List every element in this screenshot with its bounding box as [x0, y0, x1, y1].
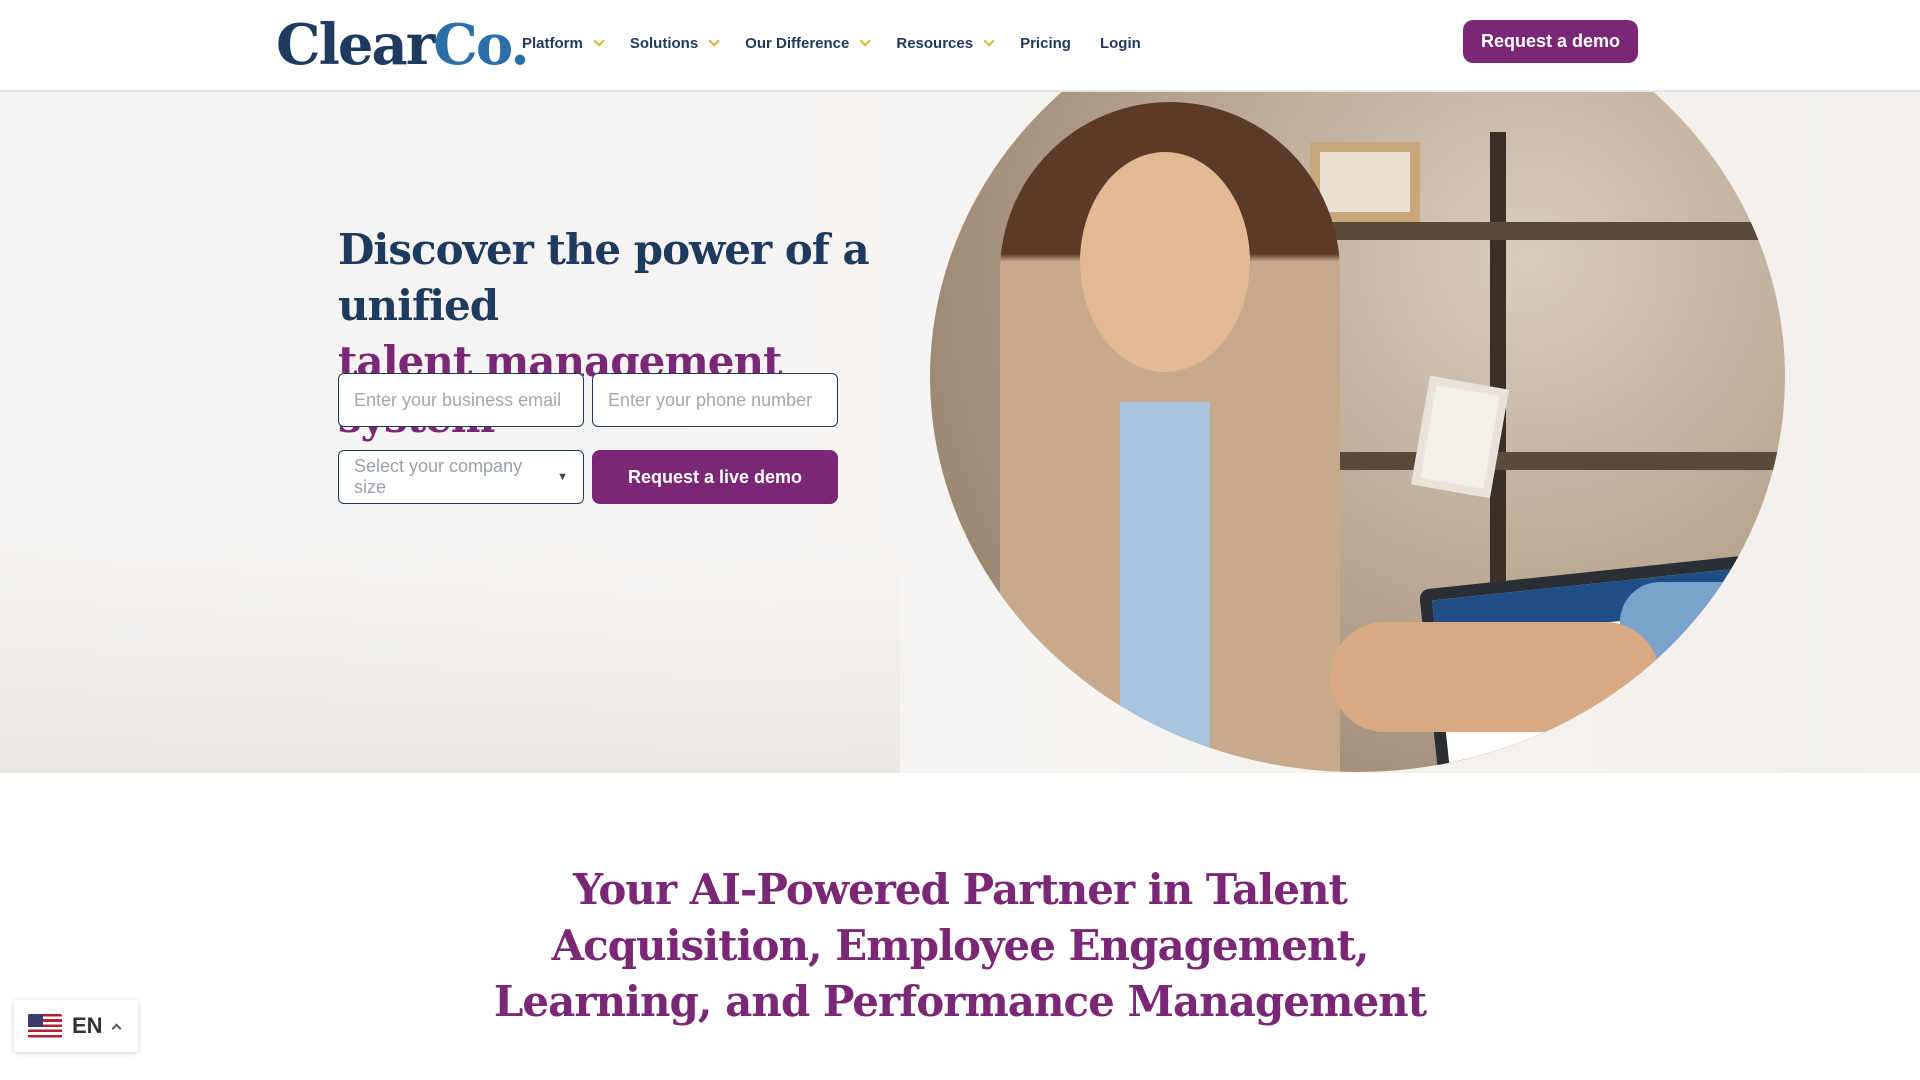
- hero-background-shape: [0, 542, 900, 773]
- language-switcher[interactable]: EN: [14, 1000, 138, 1052]
- nav-label: Platform: [522, 34, 583, 52]
- nav-item-our-difference[interactable]: Our Difference: [745, 32, 872, 54]
- company-size-placeholder: Select your company size: [354, 456, 523, 497]
- company-size-select[interactable]: Select your company size ▼: [338, 450, 584, 504]
- request-demo-button[interactable]: Request a demo: [1463, 20, 1638, 63]
- chevron-down-icon: [593, 35, 605, 47]
- chevron-up-icon: [111, 1023, 122, 1033]
- nav-label: Resources: [896, 34, 974, 52]
- nav-label: Pricing: [1020, 34, 1071, 52]
- caret-down-icon: ▼: [557, 471, 568, 483]
- phone-number-input[interactable]: [592, 373, 838, 427]
- photo-face: [1080, 152, 1250, 372]
- main-nav: Platform Solutions Our Difference Resour…: [522, 32, 1170, 54]
- language-code: EN: [72, 1013, 103, 1038]
- chevron-down-icon: [983, 35, 995, 47]
- nav-label: Login: [1099, 34, 1141, 52]
- nav-item-resources[interactable]: Resources: [896, 32, 995, 54]
- nav-item-pricing[interactable]: Pricing: [1020, 32, 1071, 54]
- chevron-down-icon: [708, 35, 720, 47]
- photo-shirt: [1120, 402, 1210, 772]
- us-flag-icon: [28, 1014, 62, 1038]
- chevron-down-icon: [859, 35, 872, 47]
- nav-item-platform[interactable]: Platform: [522, 32, 605, 54]
- site-header: ClearCo. Platform Solutions Our Differen…: [0, 0, 1920, 92]
- logo-text-clear: Clear: [276, 12, 435, 78]
- nav-label: Solutions: [629, 34, 699, 52]
- nav-item-solutions[interactable]: Solutions: [629, 32, 720, 54]
- flag-canton: [28, 1014, 43, 1027]
- hero-handshake-photo: [930, 92, 1785, 772]
- business-email-input[interactable]: [338, 373, 584, 427]
- nav-label: Our Difference: [745, 34, 850, 52]
- hero-title-line1: Discover the power of a unified: [338, 225, 870, 330]
- clearco-logo[interactable]: ClearCo.: [276, 10, 530, 80]
- request-live-demo-button[interactable]: Request a live demo: [592, 450, 838, 504]
- section-title: Your AI-Powered Partner in Talent Acquis…: [493, 865, 1427, 1026]
- hero-section: Discover the power of a unified talent m…: [0, 92, 1920, 773]
- nav-item-login[interactable]: Login: [1100, 32, 1141, 54]
- logo-text-co: Co: [433, 12, 512, 78]
- photo-handshake: [1330, 622, 1660, 732]
